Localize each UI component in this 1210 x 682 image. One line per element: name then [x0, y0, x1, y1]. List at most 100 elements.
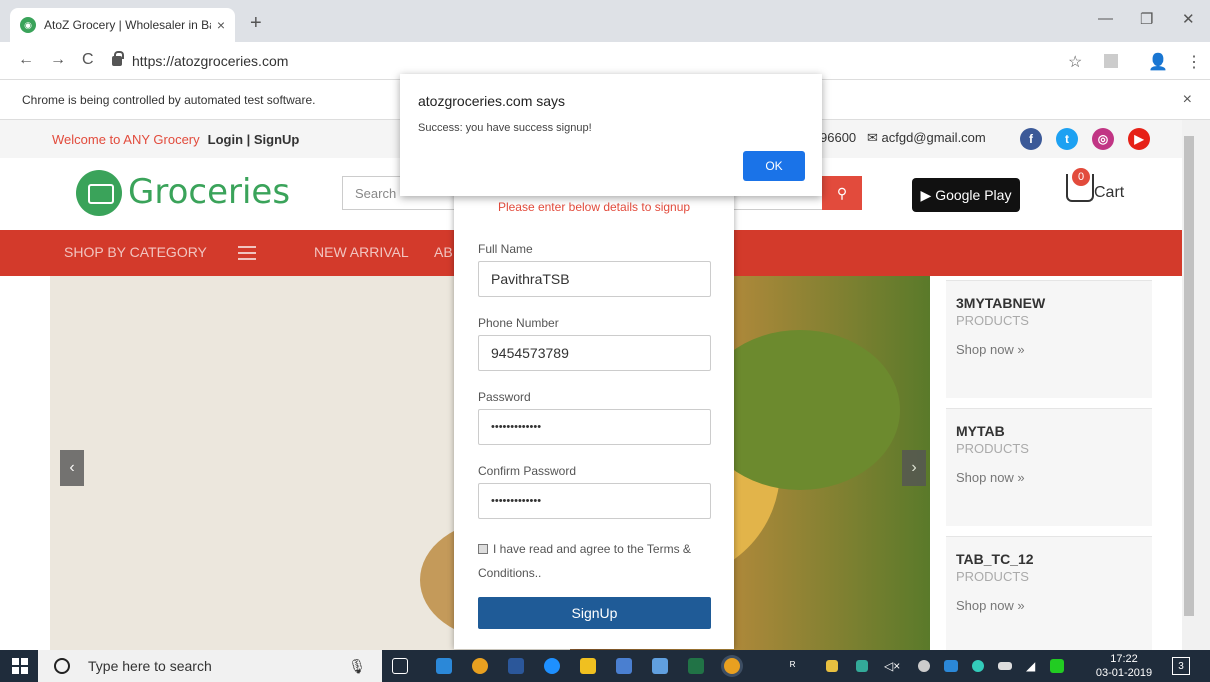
bookmark-star-icon[interactable]: ☆ — [1068, 52, 1082, 72]
forward-button[interactable]: → — [50, 51, 66, 69]
shop-now-link[interactable]: Shop now » — [956, 342, 1142, 357]
welcome-text: Welcome to ANY Grocery — [52, 131, 200, 147]
taskbar-search-text: Type here to search — [88, 658, 212, 674]
clock-time: 17:22 — [1110, 653, 1138, 665]
chrome-icon[interactable] — [472, 658, 488, 674]
alert-ok-button[interactable]: OK — [743, 151, 805, 181]
people-icon[interactable]: ᴿ — [790, 659, 795, 673]
window-close-button[interactable]: ✕ — [1182, 10, 1195, 28]
url-text: https://atozgroceries.com — [132, 53, 289, 69]
alert-title: atozgroceries.com says — [418, 93, 566, 109]
carousel-prev-button[interactable]: ‹ — [60, 450, 84, 486]
taskbar-clock[interactable]: 17:22 03-01-2019 — [1094, 652, 1154, 680]
tray-icon[interactable] — [826, 660, 838, 672]
logo-text[interactable]: Groceries — [128, 172, 290, 212]
side-card[interactable]: MYTAB PRODUCTS Shop now » — [946, 408, 1152, 526]
tray-icon[interactable] — [972, 660, 984, 672]
alert-dialog: atozgroceries.com says Success: you have… — [400, 74, 822, 196]
tray-icon[interactable] — [944, 660, 958, 672]
facebook-icon[interactable]: f — [1020, 128, 1042, 150]
word-icon[interactable] — [508, 658, 524, 674]
hamburger-menu-icon[interactable] — [238, 246, 256, 260]
file-explorer-icon[interactable] — [580, 658, 596, 674]
automation-notice: Chrome is being controlled by automated … — [22, 92, 316, 107]
address-bar[interactable]: https://atozgroceries.com — [112, 48, 1072, 74]
terms-checkbox[interactable] — [478, 544, 488, 554]
new-tab-button[interactable]: + — [250, 12, 262, 35]
signup-button[interactable]: SignUp — [478, 597, 711, 629]
restore-button[interactable]: ❐ — [1140, 10, 1153, 28]
google-play-label: Google Play — [935, 187, 1012, 203]
tab-title: AtoZ Grocery | Wholesaler in Ban — [44, 18, 211, 32]
confirm-password-label: Confirm Password — [478, 464, 577, 478]
microphone-icon[interactable]: 🎙 — [348, 658, 366, 675]
app-icon[interactable] — [616, 658, 632, 674]
password-label: Password — [478, 390, 531, 404]
chrome-active-icon[interactable] — [724, 658, 740, 674]
cart-count-badge: 0 — [1072, 168, 1090, 186]
minimize-button[interactable]: — — [1098, 10, 1113, 27]
task-view-icon[interactable] — [392, 658, 408, 674]
tray-icon[interactable] — [1050, 659, 1064, 673]
site-favicon-icon: ◉ — [20, 17, 36, 33]
taskbar-search-box[interactable]: Type here to search 🎙 — [38, 650, 382, 682]
cortana-icon — [54, 658, 70, 674]
logo-cart-icon[interactable] — [76, 170, 122, 216]
cart-label[interactable]: Cart — [1094, 184, 1124, 202]
tray-icon[interactable] — [918, 660, 930, 672]
tab-strip: ◉ AtoZ Grocery | Wholesaler in Ban × + —… — [0, 0, 1210, 42]
windows-start-icon[interactable] — [12, 658, 28, 674]
side-card-sub: PRODUCTS — [956, 313, 1029, 328]
nav-new-arrival[interactable]: NEW ARRIVAL — [314, 244, 409, 260]
terms-agreement: I have read and agree to the Terms & Con… — [478, 537, 718, 585]
excel-icon[interactable] — [688, 658, 704, 674]
back-button[interactable]: ← — [18, 51, 34, 69]
side-card[interactable]: TAB_TC_12 PRODUCTS Shop now » — [946, 536, 1152, 650]
clock-date: 03-01-2019 — [1095, 667, 1153, 679]
reload-button[interactable]: C — [82, 51, 94, 69]
side-promos: 3MYTABNEW PRODUCTS Shop now » MYTAB PROD… — [946, 280, 1152, 650]
search-icon[interactable]: ⚲ — [822, 176, 862, 210]
app-globe-icon[interactable] — [436, 658, 452, 674]
profile-icon[interactable]: 👤 — [1148, 52, 1168, 72]
contact-info: 96600 ✉ acfgd@gmail.com — [820, 130, 986, 145]
instagram-icon[interactable]: ◎ — [1092, 128, 1114, 150]
confirm-password-field[interactable]: ••••••••••••• — [478, 483, 711, 519]
battery-icon[interactable] — [998, 662, 1012, 670]
extension-icon[interactable] — [1104, 54, 1118, 68]
youtube-icon[interactable]: ▶ — [1128, 128, 1150, 150]
shop-now-link[interactable]: Shop now » — [956, 470, 1142, 485]
scrollbar-thumb[interactable] — [1184, 136, 1194, 616]
login-signup-links[interactable]: Login | SignUp — [208, 132, 300, 147]
full-name-label: Full Name — [478, 242, 533, 256]
signup-modal: Please enter below details to signup Ful… — [454, 187, 734, 649]
infobar-close-icon[interactable]: × — [1183, 91, 1192, 109]
browser-menu-icon[interactable]: ⋮ — [1186, 52, 1202, 72]
full-name-field[interactable]: PavithraTSB — [478, 261, 711, 297]
signup-instruction: Please enter below details to signup — [497, 200, 691, 214]
nav-about[interactable]: AB — [434, 244, 453, 260]
wifi-icon[interactable]: ◢ — [1026, 659, 1035, 673]
side-card-title: 3MYTABNEW — [956, 295, 1046, 311]
notification-center-icon[interactable]: 3 — [1172, 657, 1190, 675]
lock-icon — [112, 51, 124, 66]
phone-label: Phone Number — [478, 316, 559, 330]
side-card-title: TAB_TC_12 — [956, 551, 1034, 567]
nav-shop-by-category[interactable]: SHOP BY CATEGORY — [64, 244, 207, 260]
app-icon[interactable] — [652, 658, 668, 674]
google-play-badge[interactable]: ▶ Google Play — [912, 178, 1020, 212]
side-card[interactable]: 3MYTABNEW PRODUCTS Shop now » — [946, 280, 1152, 398]
browser-tab[interactable]: ◉ AtoZ Grocery | Wholesaler in Ban × — [10, 8, 235, 42]
phone-field[interactable]: 9454573789 — [478, 335, 711, 371]
carousel-next-button[interactable]: › — [902, 450, 926, 486]
edge-icon[interactable] — [544, 658, 560, 674]
google-play-icon: ▶ — [920, 186, 936, 203]
password-field[interactable]: ••••••••••••• — [478, 409, 711, 445]
phone-text: 96600 — [820, 130, 857, 145]
tab-close-icon[interactable]: × — [217, 17, 225, 33]
tray-icon[interactable] — [856, 660, 868, 672]
volume-icon[interactable]: ◁× — [884, 659, 900, 673]
page-scrollbar[interactable] — [1182, 120, 1210, 650]
twitter-icon[interactable]: t — [1056, 128, 1078, 150]
shop-now-link[interactable]: Shop now » — [956, 598, 1142, 613]
